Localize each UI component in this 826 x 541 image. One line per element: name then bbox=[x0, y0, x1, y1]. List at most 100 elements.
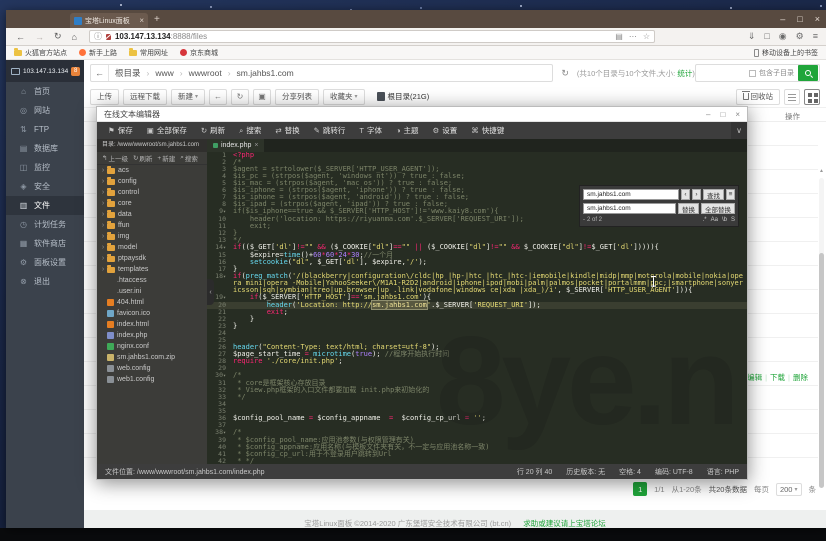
breadcrumb-back-icon[interactable]: ← bbox=[91, 65, 109, 81]
bookmark-item[interactable]: 新手上路 bbox=[79, 48, 117, 58]
breadcrumb-segment[interactable]: wwwroot bbox=[189, 68, 231, 78]
modal-close-icon[interactable]: × bbox=[735, 110, 740, 119]
bookmark-item[interactable]: 常用网址 bbox=[129, 48, 168, 58]
toolbar-button-新建[interactable]: 新建▾ bbox=[171, 89, 205, 105]
replace-input[interactable] bbox=[583, 203, 676, 214]
window-maximize-icon[interactable]: □ bbox=[797, 14, 802, 24]
reload-icon[interactable]: ↻ bbox=[54, 31, 62, 42]
site-info-icon[interactable]: ⓘ bbox=[94, 33, 102, 41]
toolbar-button-远程下载[interactable]: 远程下载 bbox=[123, 89, 167, 105]
sidebar-item-文件[interactable]: ▥文件 bbox=[6, 196, 84, 215]
toolbar-button-分享列表[interactable]: 分享列表 bbox=[275, 89, 319, 105]
mobile-bookmarks[interactable]: 移动设备上的书签 bbox=[754, 48, 818, 58]
refresh-icon[interactable]: ↻ bbox=[561, 68, 569, 79]
tree-file-.htaccess[interactable]: .htaccess bbox=[97, 275, 207, 286]
tree-folder-data[interactable]: ›data bbox=[97, 209, 207, 220]
window-minimize-icon[interactable]: – bbox=[780, 14, 785, 24]
sidebar-item-软件商店[interactable]: ▦软件商店 bbox=[6, 234, 84, 253]
tree-toolbar-搜索[interactable]: ⌕搜索 bbox=[180, 153, 198, 163]
tree-file-index.html[interactable]: index.html bbox=[97, 319, 207, 330]
tab-close-icon[interactable]: × bbox=[254, 142, 258, 149]
editor-toolbar-快捷键[interactable]: ⌘快捷键 bbox=[464, 122, 511, 139]
menu-icon[interactable]: ≡ bbox=[813, 31, 818, 42]
replace-all-button[interactable]: 全部替换 bbox=[701, 203, 735, 214]
tree-file-web.config[interactable]: web.config bbox=[97, 363, 207, 374]
sidebar-item-网站[interactable]: ◎网站 bbox=[6, 101, 84, 120]
breadcrumb-segment[interactable]: www bbox=[155, 68, 182, 78]
editor-toolbar-保存[interactable]: ⚑保存 bbox=[101, 122, 140, 139]
sidebar-icon[interactable]: □ bbox=[764, 31, 769, 42]
sidebar-item-FTP[interactable]: ⇅FTP bbox=[6, 120, 84, 139]
replace-button[interactable]: 替换 bbox=[678, 203, 699, 214]
tree-folder-acs[interactable]: ›acs bbox=[97, 165, 207, 176]
encoding[interactable]: 编码: UTF-8 bbox=[655, 467, 693, 477]
home-icon[interactable]: ⌂ bbox=[72, 32, 77, 42]
scrollbar-thumb[interactable] bbox=[819, 253, 824, 488]
url-text[interactable]: 103.147.13.134:8888/files bbox=[115, 32, 611, 41]
editor-toolbar-搜索[interactable]: ⌕搜索 bbox=[232, 122, 268, 139]
find-next-icon[interactable]: › bbox=[692, 189, 701, 200]
breadcrumb-segment[interactable]: sm.jahbs1.com bbox=[237, 68, 300, 78]
notification-badge[interactable]: 8 bbox=[71, 67, 80, 76]
disk-root[interactable]: 根目录(21G) bbox=[377, 91, 430, 102]
sidebar-item-首页[interactable]: ⌂首页 bbox=[6, 82, 84, 101]
tab-close-icon[interactable]: × bbox=[139, 17, 144, 25]
file-search-input[interactable]: 包含子目录 bbox=[695, 64, 820, 82]
modal-minimize-icon[interactable]: – bbox=[706, 110, 710, 119]
panel-host[interactable]: 103.147.13.134 8 bbox=[6, 60, 84, 82]
tree-file-.user.ini[interactable]: .user.ini bbox=[97, 286, 207, 297]
toolbar-icon-button[interactable]: ↻ bbox=[231, 89, 249, 105]
toolbar-button-收藏夹[interactable]: 收藏夹▾ bbox=[323, 89, 365, 105]
find-prev-icon[interactable]: ‹ bbox=[681, 189, 690, 200]
star-icon[interactable]: ☆ bbox=[643, 32, 650, 41]
language[interactable]: 语言: PHP bbox=[707, 467, 739, 477]
recycle-bin-button[interactable]: 回收站 bbox=[736, 89, 781, 105]
find-button[interactable]: 查找 bbox=[703, 189, 724, 200]
indent-spaces[interactable]: 空格: 4 bbox=[619, 467, 641, 477]
toolbar-collapse-icon[interactable]: ∨ bbox=[731, 122, 747, 139]
browser-titlebar[interactable]: 宝塔Linux面板 × + – □ × bbox=[6, 10, 826, 28]
fold-icon[interactable]: ▾ bbox=[223, 274, 226, 280]
tree-folder-img[interactable]: ›img bbox=[97, 231, 207, 242]
editor-toolbar-主题[interactable]: ◑主题 bbox=[389, 122, 426, 139]
search-menu-icon[interactable]: ≡ bbox=[726, 189, 735, 200]
downloads-icon[interactable]: ⇓ bbox=[748, 31, 756, 42]
search-button[interactable] bbox=[798, 65, 818, 81]
toolbar-icon-button[interactable]: ← bbox=[209, 89, 227, 105]
sidebar-item-安全[interactable]: ◈安全 bbox=[6, 177, 84, 196]
browser-tab[interactable]: 宝塔Linux面板 × bbox=[70, 13, 148, 28]
sidebar-item-退出[interactable]: ⊗退出 bbox=[6, 272, 84, 291]
list-view-toggle[interactable] bbox=[784, 89, 800, 105]
tree-file-web1.config[interactable]: web1.config bbox=[97, 374, 207, 385]
case-toggle[interactable]: Aa bbox=[711, 217, 718, 223]
tree-folder-templates[interactable]: ›templates bbox=[97, 264, 207, 275]
row-action-编辑[interactable]: 编辑 bbox=[747, 373, 770, 382]
stats-count-link[interactable]: 统计 bbox=[677, 69, 692, 78]
row-action-删除[interactable]: 删除 bbox=[793, 373, 814, 382]
per-page-select[interactable]: 200▾ bbox=[776, 483, 802, 496]
tree-file-404.html[interactable]: 404.html bbox=[97, 297, 207, 308]
sidebar-item-计划任务[interactable]: ◷计划任务 bbox=[6, 215, 84, 234]
editor-toolbar-全部保存[interactable]: ▣全部保存 bbox=[140, 122, 194, 139]
editor-toolbar-设置[interactable]: ⚙设置 bbox=[426, 122, 465, 139]
modal-titlebar[interactable]: 在线文本编辑器 – □ × bbox=[97, 107, 747, 122]
editor-tab-indexphp[interactable]: index.php × bbox=[207, 139, 264, 152]
editor-toolbar-字体[interactable]: T字体 bbox=[352, 122, 389, 139]
editor-toolbar-替换[interactable]: ⇄替换 bbox=[268, 122, 306, 139]
sidebar-item-监控[interactable]: ◫监控 bbox=[6, 158, 84, 177]
page-1-button[interactable]: 1 bbox=[633, 482, 647, 496]
scroll-up-icon[interactable]: ▲ bbox=[819, 168, 824, 174]
row-action-下载[interactable]: 下载 bbox=[770, 373, 793, 382]
more-options-icon[interactable]: ⋯ bbox=[629, 32, 637, 41]
tree-toolbar-刷新[interactable]: ↻刷新 bbox=[133, 153, 152, 163]
word-toggle[interactable]: \b bbox=[722, 217, 727, 223]
tree-folder-core[interactable]: ›core bbox=[97, 198, 207, 209]
toolbar-icon-button[interactable]: ▣ bbox=[253, 89, 271, 105]
account-icon[interactable]: ◉ bbox=[779, 31, 787, 42]
regex-toggle[interactable]: .* bbox=[703, 217, 707, 223]
settings-icon[interactable]: ⚙ bbox=[796, 31, 804, 42]
sidebar-item-数据库[interactable]: ▤数据库 bbox=[6, 139, 84, 158]
editor-toolbar-跳转行[interactable]: ✎跳转行 bbox=[307, 122, 353, 139]
reader-icon[interactable]: ▤ bbox=[615, 32, 623, 41]
tree-toolbar-上一级[interactable]: ↰上一级 bbox=[102, 153, 128, 163]
